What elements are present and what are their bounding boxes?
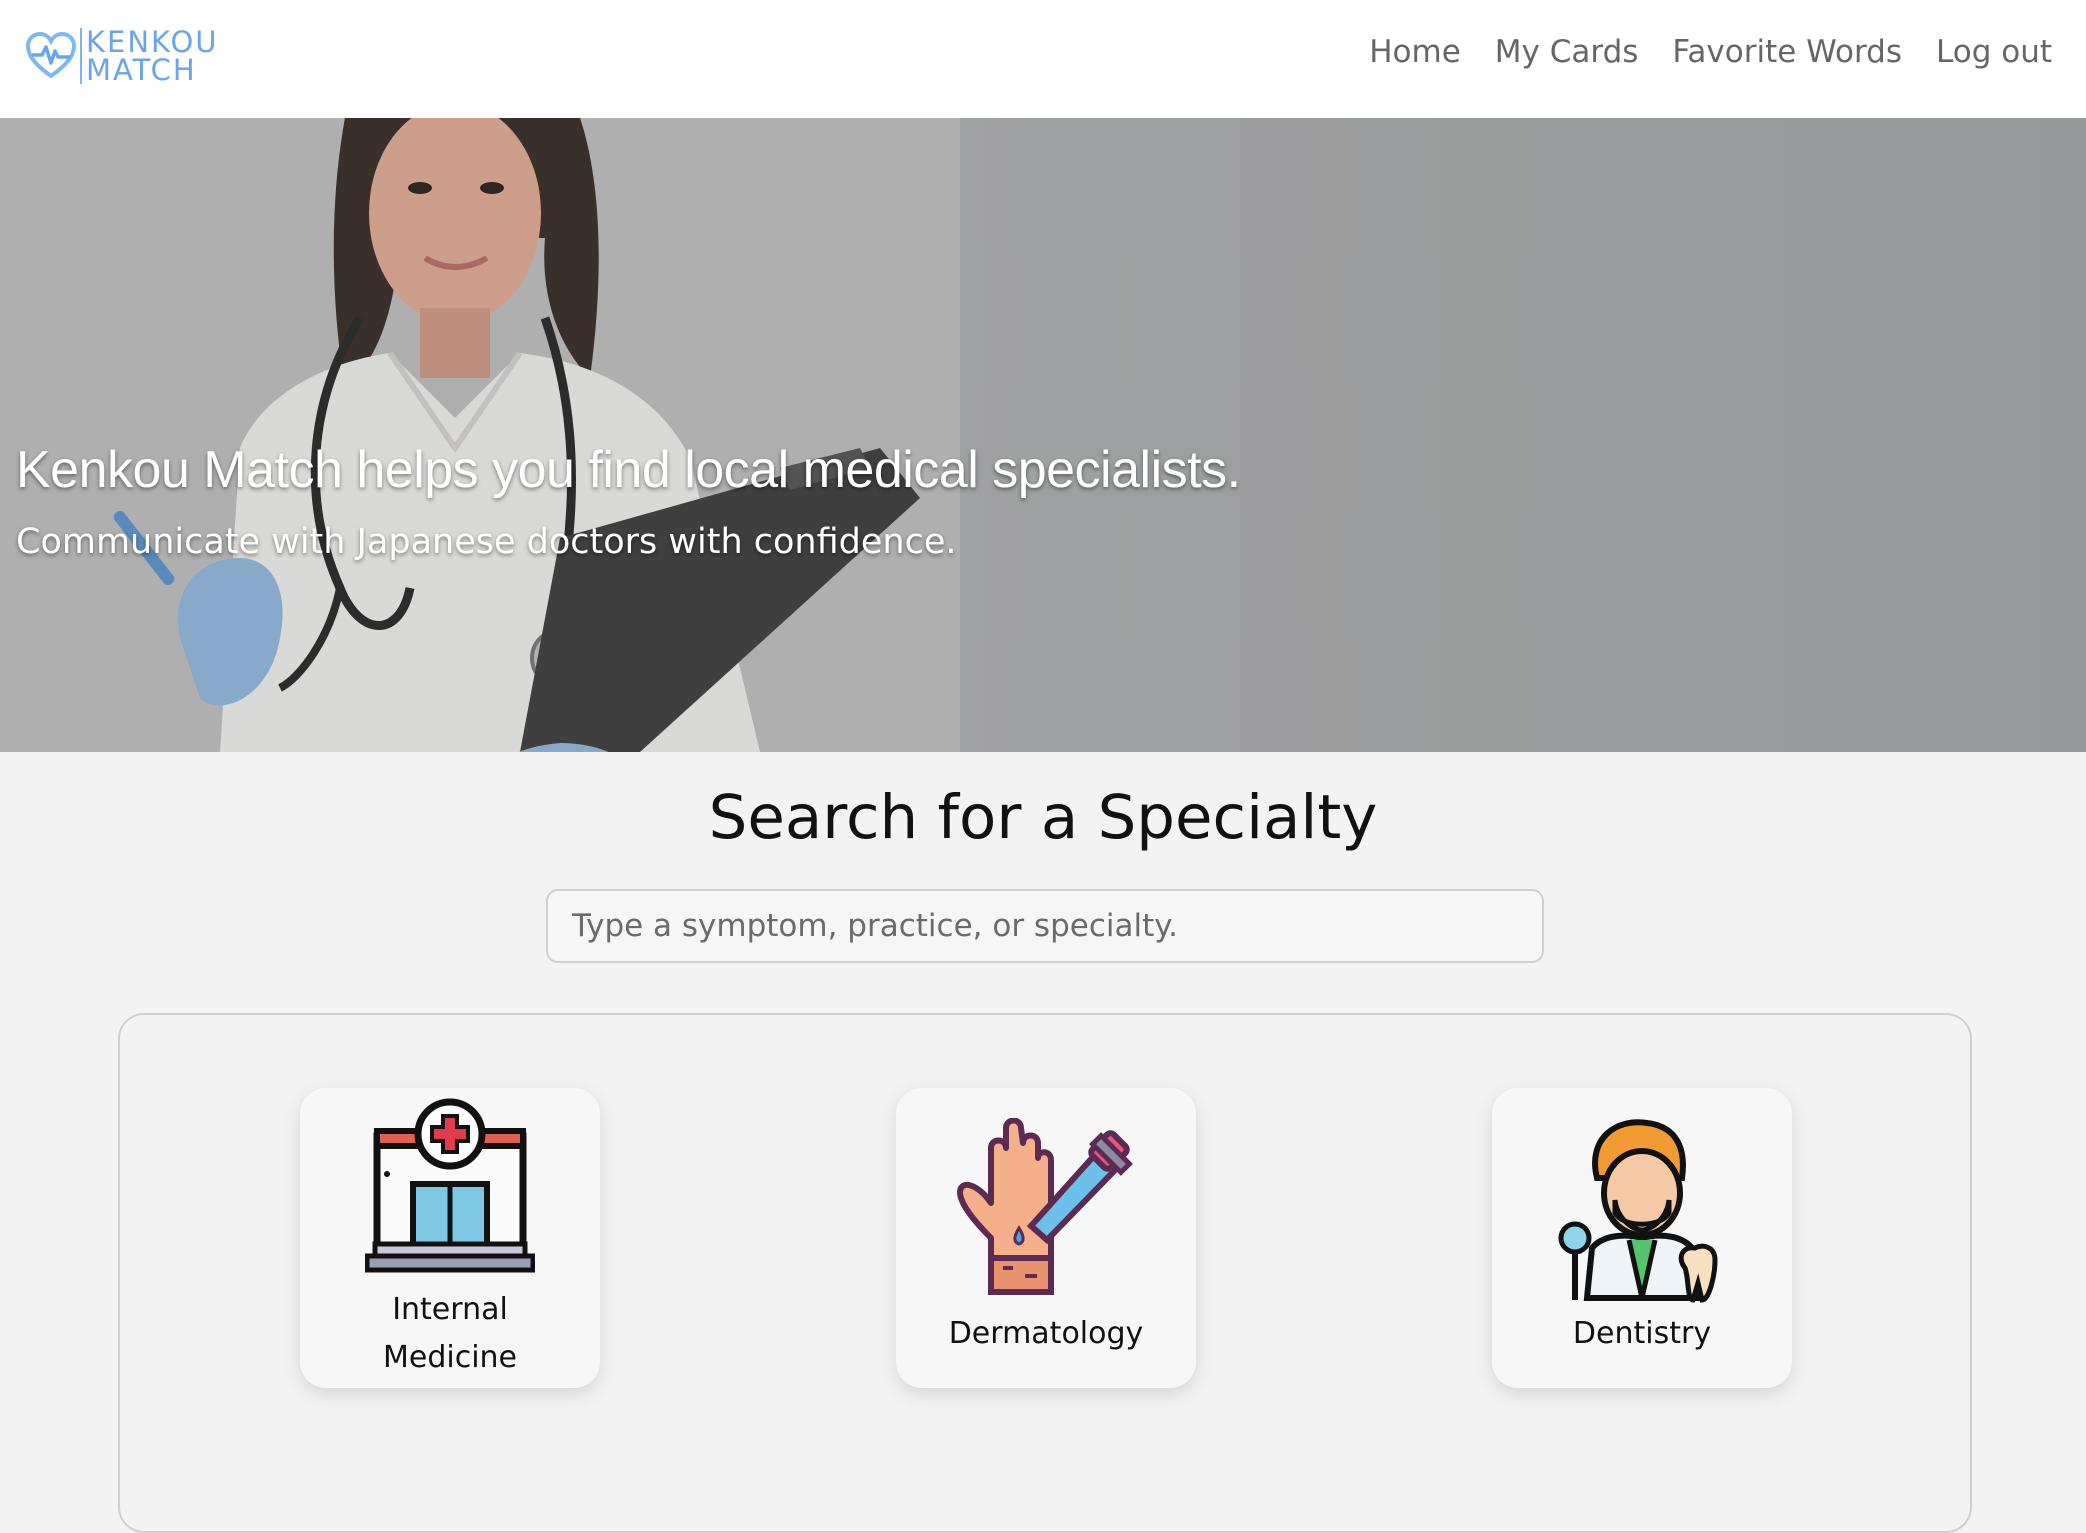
dentist-icon — [1558, 1119, 1718, 1303]
hero-overlay — [0, 118, 2086, 752]
hospital-icon — [365, 1098, 535, 1273]
label-line2: Medicine — [382, 1340, 518, 1375]
search-title: Search for a Specialty — [708, 782, 1378, 853]
hand-dropper-icon — [957, 1118, 1133, 1295]
navbar: KENKOU MATCH Home My Cards Favorite Word… — [0, 0, 2086, 119]
brand-name: KENKOU MATCH — [86, 25, 219, 87]
specialty-label-internal-medicine: Internal Medicine — [300, 1286, 600, 1382]
brand-logo[interactable]: KENKOU MATCH — [24, 26, 219, 86]
logo-divider — [80, 28, 82, 84]
specialty-label-dentistry: Dentistry — [1572, 1316, 1712, 1351]
label-line1: Internal — [392, 1292, 508, 1327]
specialty-search-input[interactable] — [546, 889, 1544, 963]
hero-subtitle: Communicate with Japanese doctors with c… — [16, 522, 957, 562]
nav-links: Home My Cards Favorite Words Log out — [1369, 34, 2052, 70]
brand-line2: MATCH — [86, 53, 197, 87]
nav-home-link[interactable]: Home — [1369, 34, 1461, 70]
specialty-grid: Internal Medicine Dermatology Dentistry — [118, 1013, 1972, 1533]
specialty-card-dermatology[interactable]: Dermatology — [896, 1088, 1196, 1388]
hero-title: Kenkou Match helps you find local medica… — [16, 441, 1241, 499]
hero-banner: Kenkou Match helps you find local medica… — [0, 118, 2086, 752]
specialty-card-dentistry[interactable]: Dentistry — [1492, 1088, 1792, 1388]
nav-favorite-words-link[interactable]: Favorite Words — [1672, 34, 1902, 70]
nav-my-cards-link[interactable]: My Cards — [1495, 34, 1639, 70]
specialty-card-internal-medicine[interactable]: Internal Medicine — [300, 1088, 600, 1388]
nav-logout-link[interactable]: Log out — [1936, 34, 2052, 70]
brand-line1: KENKOU — [86, 25, 219, 59]
heart-pulse-icon — [25, 31, 77, 79]
specialty-label-dermatology: Dermatology — [948, 1316, 1144, 1351]
